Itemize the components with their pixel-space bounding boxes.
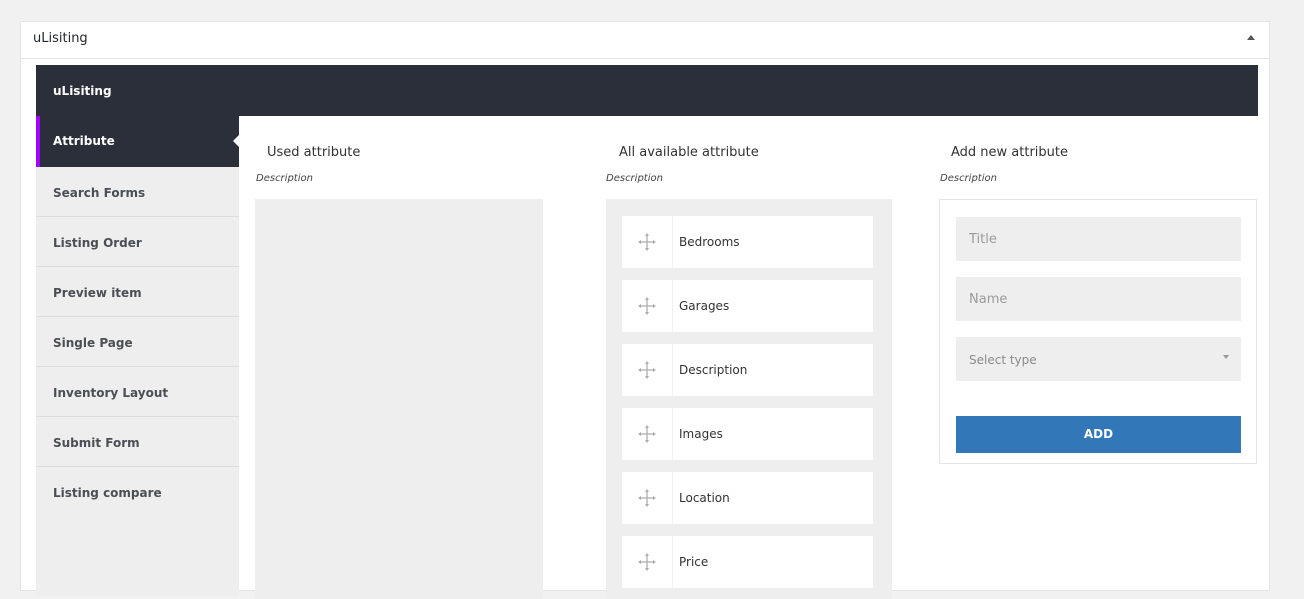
drag-handle-icon[interactable] [636, 487, 658, 509]
used-attribute-description: Description [256, 173, 313, 184]
add-attribute-description: Description [940, 173, 997, 184]
drag-handle-icon[interactable] [636, 359, 658, 381]
attribute-label: Bedrooms [679, 235, 740, 249]
used-attribute-dropzone[interactable] [255, 199, 543, 599]
attribute-item-price[interactable]: Price [622, 536, 873, 588]
sidebar-item-label: Listing Order [53, 236, 142, 250]
sidebar-item-submit-form[interactable]: Submit Form [36, 417, 239, 467]
sidebar-item-label: Listing compare [53, 486, 162, 500]
sidebar-item-search-forms[interactable]: Search Forms [36, 167, 239, 217]
title-input[interactable] [956, 217, 1241, 261]
sidebar-item-label: Preview item [53, 286, 142, 300]
collapse-toggle-icon[interactable] [1247, 35, 1255, 40]
attribute-label: Description [679, 363, 748, 377]
sidebar-item-inventory-layout[interactable]: Inventory Layout [36, 367, 239, 417]
attribute-label: Images [679, 427, 723, 441]
drag-handle-icon[interactable] [636, 551, 658, 573]
app-header: uLisiting [36, 65, 1258, 116]
used-attribute-title: Used attribute [267, 145, 361, 160]
metabox-title: uLisiting [33, 31, 88, 46]
sidebar-item-label: Attribute [53, 134, 115, 148]
attribute-item-bedrooms[interactable]: Bedrooms [622, 216, 873, 268]
sidebar-item-single-page[interactable]: Single Page [36, 317, 239, 367]
type-select[interactable]: Select type [956, 337, 1241, 381]
name-input[interactable] [956, 277, 1241, 321]
sidebar-item-label: Inventory Layout [53, 386, 169, 400]
attribute-item-images[interactable]: Images [622, 408, 873, 460]
drag-handle-icon[interactable] [636, 231, 658, 253]
app-title: uLisiting [53, 84, 112, 98]
metabox-header[interactable]: uLisiting [21, 22, 1269, 59]
attribute-label: Price [679, 555, 709, 569]
available-attribute-description: Description [606, 173, 663, 184]
attribute-item-garages[interactable]: Garages [622, 280, 873, 332]
sidebar-item-listing-compare[interactable]: Listing compare [36, 467, 239, 517]
attribute-item-location[interactable]: Location [622, 472, 873, 524]
sidebar-item-preview-item[interactable]: Preview item [36, 267, 239, 317]
sidebar-item-label: Single Page [53, 336, 133, 350]
sidebar-item-listing-order[interactable]: Listing Order [36, 217, 239, 267]
sidebar-item-label: Submit Form [53, 436, 140, 450]
type-select-value: Select type [969, 353, 1037, 367]
settings-sidebar: Attribute Search Forms Listing Order Pre… [36, 116, 240, 596]
drag-handle-icon[interactable] [636, 423, 658, 445]
available-attribute-title: All available attribute [619, 145, 759, 160]
sidebar-item-label: Search Forms [53, 186, 146, 200]
add-attribute-form: Select type ADD [939, 199, 1257, 464]
ulisting-metabox: uLisiting uLisiting Attribute Search For… [20, 21, 1270, 599]
chevron-down-icon [1223, 355, 1229, 359]
add-attribute-button[interactable]: ADD [956, 416, 1241, 453]
sidebar-item-attribute[interactable]: Attribute [36, 116, 240, 167]
available-attribute-list: Bedrooms Garages Description Images Loca… [606, 199, 892, 599]
drag-handle-icon[interactable] [636, 295, 658, 317]
attribute-item-description[interactable]: Description [622, 344, 873, 396]
attribute-label: Location [679, 491, 730, 505]
add-attribute-title: Add new attribute [951, 145, 1069, 160]
attribute-label: Garages [679, 299, 730, 313]
